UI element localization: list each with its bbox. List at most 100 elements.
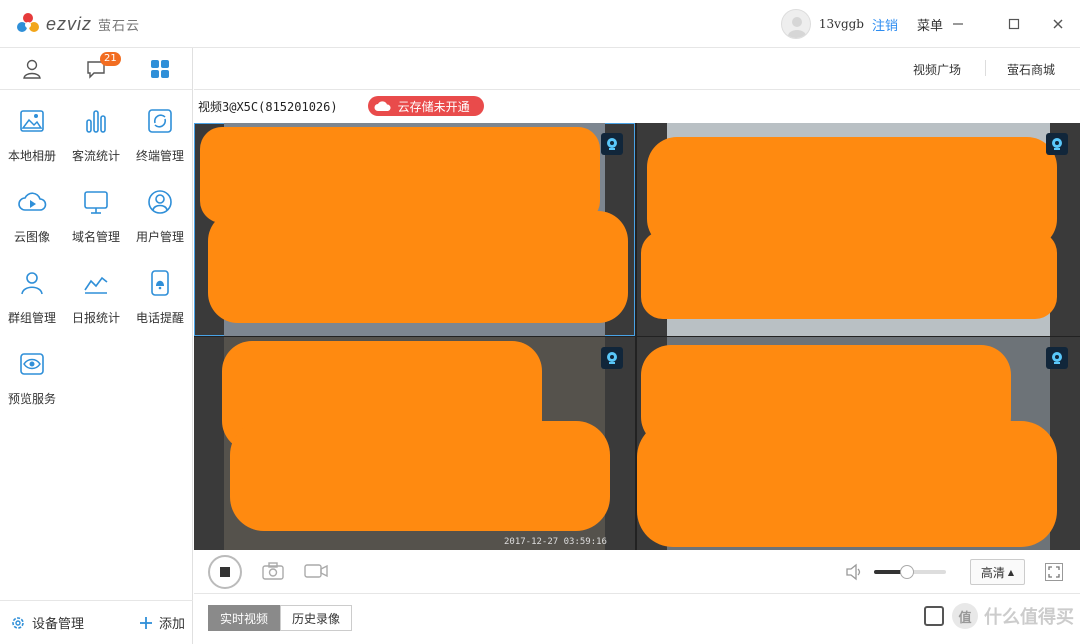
view-mode-tabs: 实时视频 历史录像 <box>208 605 353 631</box>
redaction-blot <box>208 211 628 323</box>
fullscreen-icon <box>1048 566 1060 578</box>
snapshot-camera-icon[interactable] <box>262 562 284 580</box>
plus-icon <box>139 616 152 629</box>
avatar-icon <box>787 17 806 38</box>
app-grid: 本地相册 客流统计 终端管理 云图像 域名管理 用户管理 群组管理 日报统计 电… <box>0 90 192 422</box>
grid-label: 客流统计 <box>71 149 120 163</box>
gear-icon <box>12 616 24 629</box>
title-bar: ezviz 萤石云 13vggb 注销 菜单 <box>0 0 1080 48</box>
device-manage-label: 设备管理 <box>32 617 85 632</box>
volume-icon[interactable] <box>845 563 863 581</box>
menu-button[interactable]: 菜单 <box>917 15 943 34</box>
cloud-play-icon <box>18 192 47 211</box>
fullscreen-button[interactable] <box>1045 563 1063 581</box>
tab-messages[interactable]: 21 <box>64 48 128 90</box>
video-cell-1[interactable] <box>194 123 635 336</box>
bar-chart-icon <box>86 110 106 133</box>
avatar[interactable] <box>780 9 811 39</box>
brand-cn: 萤石云 <box>98 17 141 33</box>
stop-icon <box>220 567 230 577</box>
cloud-icon <box>374 101 391 111</box>
close-button[interactable] <box>1046 12 1070 36</box>
video-timestamp: 2017-12-27 03:59:16 <box>504 537 607 547</box>
username: 13vggb <box>818 17 864 31</box>
quality-select[interactable]: 高清 ▲ <box>970 559 1025 585</box>
sidebar: 21 本地相册 客流统计 终端管理 云图像 域名管理 用户管理 群组管理 日报统… <box>0 48 193 644</box>
grid-item-cloud-image[interactable]: 云图像 <box>0 179 64 260</box>
video-cell-2[interactable] <box>637 123 1080 336</box>
grid-label: 域名管理 <box>71 230 120 244</box>
grid-label: 云图像 <box>13 230 50 244</box>
grid-item-domain-manage[interactable]: 域名管理 <box>64 179 128 260</box>
video-cell-4[interactable] <box>637 337 1080 550</box>
grid-item-traffic-stats[interactable]: 客流统计 <box>64 98 128 179</box>
grid-apps-icon <box>151 59 169 78</box>
grid-label: 预览服务 <box>7 392 56 406</box>
volume-slider[interactable] <box>874 565 946 579</box>
minimize-button[interactable] <box>946 12 970 36</box>
volume-knob[interactable] <box>900 565 915 579</box>
grid-item-phone-alert[interactable]: 电话提醒 <box>128 260 192 341</box>
top-nav: 视频广场 萤石商城 <box>194 48 1080 90</box>
record-video-icon[interactable] <box>304 562 328 580</box>
grid-item-local-album[interactable]: 本地相册 <box>0 98 64 179</box>
tab-user[interactable] <box>0 48 64 90</box>
sidebar-footer: 设备管理 添加 <box>0 600 193 644</box>
grid-label: 本地相册 <box>7 149 56 163</box>
playback-controls: 高清 ▲ <box>194 550 1080 594</box>
grid-label: 终端管理 <box>135 149 184 163</box>
watermark: 值 什么值得买 <box>924 603 1074 629</box>
add-device-button[interactable]: 添加 <box>139 613 185 632</box>
photo-icon <box>20 110 44 132</box>
close-icon <box>1053 19 1063 29</box>
grid-item-daily-report[interactable]: 日报统计 <box>64 260 128 341</box>
redaction-blot <box>230 421 610 531</box>
user-circle-icon <box>148 190 172 214</box>
tab-apps[interactable] <box>128 48 192 90</box>
phone-bell-icon <box>151 270 169 296</box>
grid-label: 电话提醒 <box>135 311 184 325</box>
mall-link[interactable]: 萤石商城 <box>1007 61 1055 78</box>
maximize-icon <box>1008 18 1020 30</box>
cloud-storage-label: 云存储未开通 <box>397 99 470 114</box>
grid-label: 日报统计 <box>71 311 120 325</box>
quality-label: 高清 <box>980 565 1005 580</box>
grid-item-user-manage[interactable]: 用户管理 <box>128 179 192 260</box>
tab-history-recording[interactable]: 历史录像 <box>280 605 353 631</box>
message-badge: 21 <box>100 51 121 66</box>
camera-channel-icon <box>601 133 623 155</box>
camera-channel-icon <box>1046 347 1068 369</box>
person-icon <box>23 59 41 79</box>
user-area: 13vggb 注销 <box>780 9 898 39</box>
device-manage-button[interactable]: 设备管理 <box>10 613 84 632</box>
ezviz-logo-icon <box>17 13 39 32</box>
camera-channel-icon <box>1046 133 1068 155</box>
monitor-icon <box>84 191 108 214</box>
sync-icon <box>148 109 172 133</box>
layout-toggle-icon[interactable] <box>924 606 944 626</box>
nav-divider <box>985 60 986 76</box>
camera-channel-icon <box>601 347 623 369</box>
eye-icon <box>20 353 44 375</box>
tab-live-video[interactable]: 实时视频 <box>208 605 281 631</box>
sidebar-tabs: 21 <box>0 48 192 90</box>
grid-item-preview-service[interactable]: 预览服务 <box>0 341 64 422</box>
redaction-blot <box>641 231 1057 319</box>
logout-link[interactable]: 注销 <box>872 15 898 34</box>
grid-label: 用户管理 <box>135 230 184 244</box>
group-icon <box>21 272 43 295</box>
main-panel: 视频广场 萤石商城 视频3@X5C(815201026) 云存储未开通 2017… <box>194 48 1080 644</box>
video-title: 视频3@X5C(815201026) <box>198 99 338 114</box>
grid-item-group-manage[interactable]: 群组管理 <box>0 260 64 341</box>
cloud-storage-badge[interactable]: 云存储未开通 <box>367 96 484 116</box>
video-header: 视频3@X5C(815201026) 云存储未开通 <box>198 96 484 116</box>
video-cell-3[interactable]: 2017-12-27 03:59:16 <box>194 337 635 550</box>
video-square-link[interactable]: 视频广场 <box>913 61 961 78</box>
watermark-logo: 值 <box>952 603 978 629</box>
minimize-icon <box>953 23 963 25</box>
video-grid: 2017-12-27 03:59:16 <box>194 123 1080 550</box>
app-logo: ezviz 萤石云 <box>16 12 140 36</box>
grid-item-terminal-manage[interactable]: 终端管理 <box>128 98 192 179</box>
maximize-button[interactable] <box>1002 12 1026 36</box>
stop-button[interactable] <box>208 555 242 589</box>
